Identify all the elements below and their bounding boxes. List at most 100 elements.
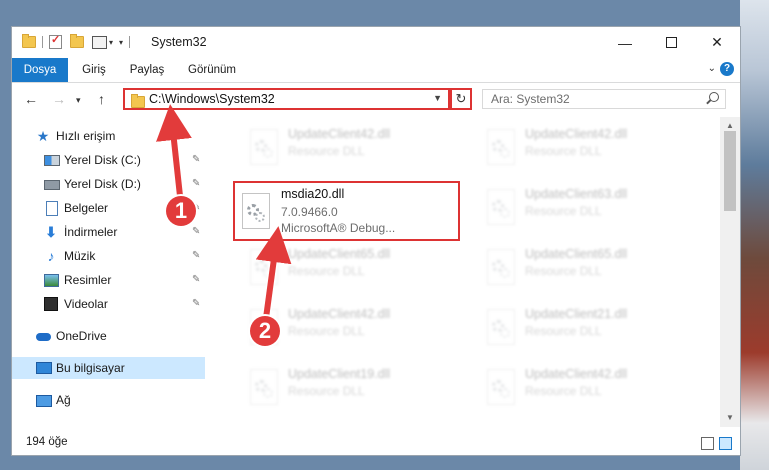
step-callout-2: 2 (250, 316, 280, 346)
help-icon[interactable]: ? (720, 62, 734, 76)
pin-icon[interactable]: ✎ (192, 250, 200, 261)
file-name: UpdateClient19.dll (288, 367, 391, 381)
navigation-pane: ★ Hızlı erişim Yerel Disk (C:) ✎ Yerel D… (12, 117, 205, 427)
divider (129, 36, 131, 48)
expand-ribbon-icon[interactable]: ⌄ (708, 63, 716, 74)
sidebar-item-onedrive[interactable]: OneDrive (12, 325, 205, 347)
sidebar-item-label: Hızlı erişim (56, 129, 116, 143)
pictures-icon (44, 274, 59, 287)
pin-icon[interactable]: ✎ (192, 226, 200, 237)
file-name: UpdateClient63.dll (525, 187, 628, 201)
file-description: Resource DLL (525, 204, 602, 218)
sidebar-item-music[interactable]: ♪ Müzik ✎ (12, 245, 205, 267)
sidebar-item-label: Yerel Disk (D:) (64, 177, 141, 191)
list-item[interactable]: UpdateClient42.dll Resource DLL (225, 121, 455, 175)
network-icon (36, 395, 52, 407)
tab-file[interactable]: Dosya (12, 58, 68, 82)
drive-icon (44, 155, 60, 166)
scroll-down-icon[interactable]: ▼ (726, 413, 734, 422)
file-description: Resource DLL (288, 384, 365, 398)
search-placeholder[interactable]: Ara: System32 (491, 92, 570, 106)
sidebar-item-label: Resimler (64, 273, 112, 287)
file-name: UpdateClient42.dll (525, 367, 628, 381)
pin-icon[interactable]: ✎ (192, 154, 200, 165)
tiles-view-icon[interactable] (719, 437, 732, 450)
file-name: UpdateClient42.dll (288, 307, 391, 321)
address-path[interactable]: C:\Windows\System32 (149, 92, 275, 106)
sidebar-item-local-disk-d[interactable]: Yerel Disk (D:) ✎ (12, 173, 205, 195)
customize-toolbar-icon[interactable]: ▾ (119, 38, 123, 47)
file-name: UpdateClient21.dll (525, 307, 628, 321)
chevron-down-icon[interactable]: ▼ (433, 93, 442, 103)
list-item[interactable]: UpdateClient42.dll Resource DLL (462, 121, 692, 175)
file-list: UpdateClient42.dll Resource DLL msdia20.… (217, 117, 720, 427)
music-icon: ♪ (47, 248, 55, 264)
minimize-button[interactable]: — (602, 27, 648, 58)
download-icon: ⬇ (45, 224, 57, 240)
pin-icon[interactable]: ✎ (192, 274, 200, 285)
scroll-thumb[interactable] (724, 131, 736, 211)
status-bar: 194 öğe (12, 431, 740, 455)
list-item[interactable]: UpdateClient42.dll Resource DLL (462, 361, 692, 415)
file-name: msdia20.dll (281, 187, 345, 201)
file-description: Resource DLL (288, 144, 365, 158)
sidebar-item-local-disk-c[interactable]: Yerel Disk (C:) ✎ (12, 149, 205, 171)
tab-share[interactable]: Paylaş (122, 58, 172, 82)
quick-access-toolbar: ▾ ▾ (22, 33, 136, 49)
item-count: 194 öğe (26, 436, 68, 448)
close-button[interactable]: ✕ (694, 27, 740, 58)
tab-view[interactable]: Görünüm (182, 58, 242, 82)
sidebar-item-this-pc[interactable]: Bu bilgisayar (12, 357, 205, 379)
dll-file-icon (250, 129, 278, 165)
sidebar-item-videos[interactable]: Videolar ✎ (12, 293, 205, 315)
forward-arrow-icon[interactable]: → (52, 91, 66, 107)
file-name: UpdateClient65.dll (288, 247, 391, 261)
sidebar-item-quick-access[interactable]: ★ Hızlı erişim (12, 125, 205, 147)
vertical-scrollbar[interactable]: ▲ ▼ (720, 117, 740, 427)
file-description: Resource DLL (525, 384, 602, 398)
refresh-button[interactable]: ↻ (450, 88, 472, 110)
details-view-icon[interactable] (701, 437, 714, 450)
view-options-icon[interactable] (92, 35, 107, 49)
scroll-up-icon[interactable]: ▲ (726, 121, 734, 130)
sidebar-item-network[interactable]: Ağ (12, 389, 205, 411)
search-box[interactable]: Ara: System32 (482, 89, 726, 109)
back-arrow-icon[interactable]: ← (24, 91, 38, 107)
file-description: Resource DLL (525, 324, 602, 338)
properties-check-icon[interactable] (49, 33, 62, 49)
tab-home[interactable]: Giriş (70, 58, 118, 82)
folder-icon (22, 34, 36, 48)
list-item-msdia20[interactable]: msdia20.dll 7.0.9466.0 MicrosoftA® Debug… (233, 181, 460, 241)
sidebar-item-label: Ağ (56, 393, 71, 407)
file-description: Resource DLL (288, 324, 365, 338)
navigation-bar: ← → ▾ ↑ C:\Windows\System32 ▼ ↻ Ara: Sys… (12, 83, 740, 117)
list-item[interactable]: UpdateClient21.dll Resource DLL (462, 301, 692, 355)
new-folder-icon[interactable] (70, 34, 84, 48)
chevron-down-icon[interactable]: ▾ (109, 38, 113, 47)
folder-icon (131, 94, 145, 108)
dll-file-icon (250, 249, 278, 285)
search-icon[interactable] (709, 92, 719, 102)
list-item[interactable]: UpdateClient19.dll Resource DLL (225, 361, 455, 415)
dll-file-icon (487, 249, 515, 285)
sidebar-item-label: Videolar (64, 297, 108, 311)
recent-locations-icon[interactable]: ▾ (76, 95, 81, 106)
file-name: UpdateClient65.dll (525, 247, 628, 261)
file-version: 7.0.9466.0 (281, 205, 338, 219)
computer-icon (36, 362, 52, 374)
sidebar-item-pictures[interactable]: Resimler ✎ (12, 269, 205, 291)
drive-icon (44, 180, 60, 190)
up-arrow-icon[interactable]: ↑ (98, 91, 105, 107)
divider (42, 36, 43, 48)
pin-icon[interactable]: ✎ (192, 178, 200, 189)
list-item[interactable]: UpdateClient65.dll Resource DLL (462, 241, 692, 295)
list-item[interactable]: UpdateClient63.dll Resource DLL (462, 181, 692, 235)
list-item[interactable]: UpdateClient65.dll Resource DLL (225, 241, 455, 295)
maximize-button[interactable] (648, 27, 694, 58)
sidebar-item-label: OneDrive (56, 329, 107, 343)
pin-icon[interactable]: ✎ (192, 298, 200, 309)
title-bar: ▾ ▾ System32 — ✕ (12, 27, 740, 58)
step-callout-1: 1 (166, 196, 196, 226)
address-bar[interactable]: C:\Windows\System32 ▼ (123, 88, 450, 110)
video-icon (44, 297, 58, 311)
